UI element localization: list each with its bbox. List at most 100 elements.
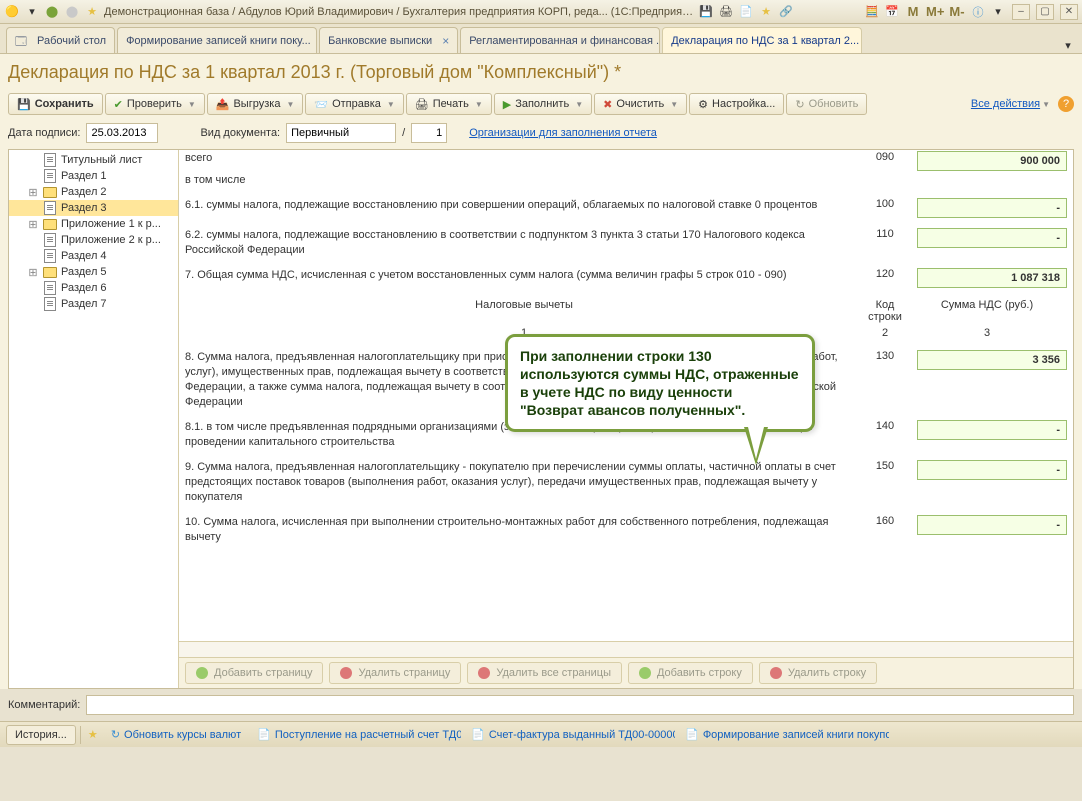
fill-button[interactable]: ▶Заполнить▼: [494, 93, 592, 115]
callout-tooltip: При заполнении строки 130 используются с…: [505, 334, 815, 432]
tree-node[interactable]: Приложение 2 к р...: [9, 232, 178, 248]
close-button[interactable]: ✕: [1060, 4, 1078, 20]
tree-node[interactable]: Раздел 1: [9, 168, 178, 184]
fav-status-icon[interactable]: ★: [85, 727, 101, 743]
row-value-cell: 3 356: [907, 350, 1067, 410]
mem-m[interactable]: M: [904, 3, 922, 21]
tree-node[interactable]: Раздел 3: [9, 200, 178, 216]
document-icon: [43, 249, 57, 263]
status-link-3[interactable]: 📄Формирование записей книги покупок ...: [679, 728, 889, 741]
refresh-button[interactable]: ↻Обновить: [786, 93, 867, 115]
history-button[interactable]: История...: [6, 725, 76, 745]
tree-node[interactable]: ⊞Приложение 1 к р...: [9, 216, 178, 232]
save-icon[interactable]: 💾: [698, 4, 714, 20]
link-icon[interactable]: 🔗: [778, 4, 794, 20]
close-icon[interactable]: ×: [442, 34, 449, 48]
tree-node[interactable]: Раздел 4: [9, 248, 178, 264]
value-input[interactable]: -: [917, 420, 1067, 440]
status-link-1[interactable]: 📄Поступление на расчетный счет ТД0...: [251, 728, 461, 741]
export-button[interactable]: 📤Выгрузка▼: [207, 93, 304, 115]
all-actions-link[interactable]: Все действия: [971, 98, 1040, 110]
back-icon[interactable]: ⬤: [44, 4, 60, 20]
print-button[interactable]: 🖨Печать▼: [406, 93, 492, 115]
row-description: 10. Сумма налога, исчисленная при выполн…: [185, 515, 863, 545]
page-title: Декларация по НДС за 1 квартал 2013 г. (…: [8, 58, 1074, 91]
send-icon: 📨: [314, 98, 328, 111]
row-description: 9. Сумма налога, предъявленная налогопла…: [185, 460, 863, 505]
row-value-cell: -: [907, 460, 1067, 505]
add-row-button[interactable]: Добавить строку: [628, 662, 753, 684]
tabs-menu-icon[interactable]: ▾: [1060, 37, 1076, 53]
value-input[interactable]: -: [917, 198, 1067, 218]
mem-mminus[interactable]: M-: [948, 3, 966, 21]
document-icon: [43, 201, 57, 215]
org-link[interactable]: Организации для заполнения отчета: [469, 127, 657, 139]
titlebar: 🟡 ▾ ⬤ ⬤ ★ Демонстрационная база / Абдуло…: [0, 0, 1082, 24]
tree-label: Раздел 5: [61, 266, 107, 278]
date-input[interactable]: [86, 123, 158, 143]
tree-node[interactable]: ⊞ Раздел 5: [9, 264, 178, 280]
del-row-button[interactable]: Удалить строку: [759, 662, 877, 684]
maximize-button[interactable]: ▢: [1036, 4, 1054, 20]
comment-label: Комментарий:: [8, 699, 80, 711]
tree-node[interactable]: Раздел 6: [9, 280, 178, 296]
document-icon: [43, 281, 57, 295]
value-input[interactable]: -: [917, 460, 1067, 480]
play-icon: ▶: [503, 98, 511, 111]
dropdown-icon[interactable]: ▾: [24, 4, 40, 20]
value-input[interactable]: -: [917, 228, 1067, 248]
status-link-2[interactable]: 📄Счет-фактура выданный ТД00-0000004 о...: [465, 728, 675, 741]
doc-icon[interactable]: 📄: [738, 4, 754, 20]
value-input[interactable]: 3 356: [917, 350, 1067, 370]
tab-doc2[interactable]: Банковские выписки ×: [319, 27, 458, 53]
tab-doc1[interactable]: Формирование записей книги поку... ×: [117, 27, 317, 53]
tab-label: Банковские выписки: [328, 35, 432, 47]
window-title: Демонстрационная база / Абдулов Юрий Вла…: [104, 6, 694, 18]
add-page-button[interactable]: Добавить страницу: [185, 662, 323, 684]
pageno-input[interactable]: [411, 123, 447, 143]
clear-button[interactable]: ✖Очистить▼: [594, 93, 687, 115]
value-input[interactable]: 900 000: [917, 151, 1067, 171]
folder-icon: [43, 185, 57, 199]
send-button[interactable]: 📨Отправка▼: [305, 93, 403, 115]
mem-mplus[interactable]: M+: [926, 3, 944, 21]
tab-doc3[interactable]: Регламентированная и финансовая ... ×: [460, 27, 660, 53]
save-icon: 💾: [17, 98, 31, 111]
calendar-icon[interactable]: 📅: [884, 4, 900, 20]
del-page-button[interactable]: Удалить страницу: [329, 662, 461, 684]
form-row: 7. Общая сумма НДС, исчисленная с учетом…: [179, 267, 1073, 289]
forward-icon[interactable]: ⬤: [64, 4, 80, 20]
tree-node[interactable]: ⊞Раздел 2: [9, 184, 178, 200]
doctype-input[interactable]: [286, 123, 396, 143]
calc-icon[interactable]: 🧮: [864, 4, 880, 20]
save-button[interactable]: 💾Сохранить: [8, 93, 103, 115]
star-icon[interactable]: ★: [84, 4, 100, 20]
minimize-button[interactable]: –: [1012, 4, 1030, 20]
help-icon[interactable]: ?: [1058, 96, 1074, 112]
tab-desktop[interactable]: 🗔 Рабочий стол: [6, 27, 115, 53]
form-row: в том числе: [179, 172, 1073, 189]
dropdown2-icon[interactable]: ▾: [990, 4, 1006, 20]
del-all-pages-button[interactable]: Удалить все страницы: [467, 662, 622, 684]
tree-node[interactable]: Раздел 7: [9, 296, 178, 312]
comment-input[interactable]: [86, 695, 1074, 715]
expand-icon[interactable]: ⊞: [27, 218, 39, 231]
value-input[interactable]: -: [917, 515, 1067, 535]
row-code: 140: [863, 420, 907, 450]
row-code: 120: [863, 268, 907, 288]
print-icon[interactable]: 🖨: [718, 4, 734, 20]
check-button[interactable]: ✔Проверить▼: [105, 93, 205, 115]
document-icon: [43, 233, 57, 247]
horizontal-scrollbar[interactable]: [179, 641, 1073, 657]
tree-label: Раздел 3: [61, 202, 107, 214]
value-input[interactable]: 1 087 318: [917, 268, 1067, 288]
fav-icon[interactable]: ★: [758, 4, 774, 20]
tree-node[interactable]: Титульный лист: [9, 152, 178, 168]
expand-icon[interactable]: ⊞: [27, 186, 39, 199]
info-icon[interactable]: ⓘ: [970, 4, 986, 20]
status-link-0[interactable]: ↻Обновить курсы валют: [105, 728, 247, 741]
settings-button[interactable]: ⚙Настройка...: [689, 93, 784, 115]
tab-doc4[interactable]: Декларация по НДС за 1 квартал 2... ×: [662, 27, 862, 53]
expand-icon[interactable]: ⊞: [27, 266, 39, 279]
tree-label: Раздел 6: [61, 282, 107, 294]
